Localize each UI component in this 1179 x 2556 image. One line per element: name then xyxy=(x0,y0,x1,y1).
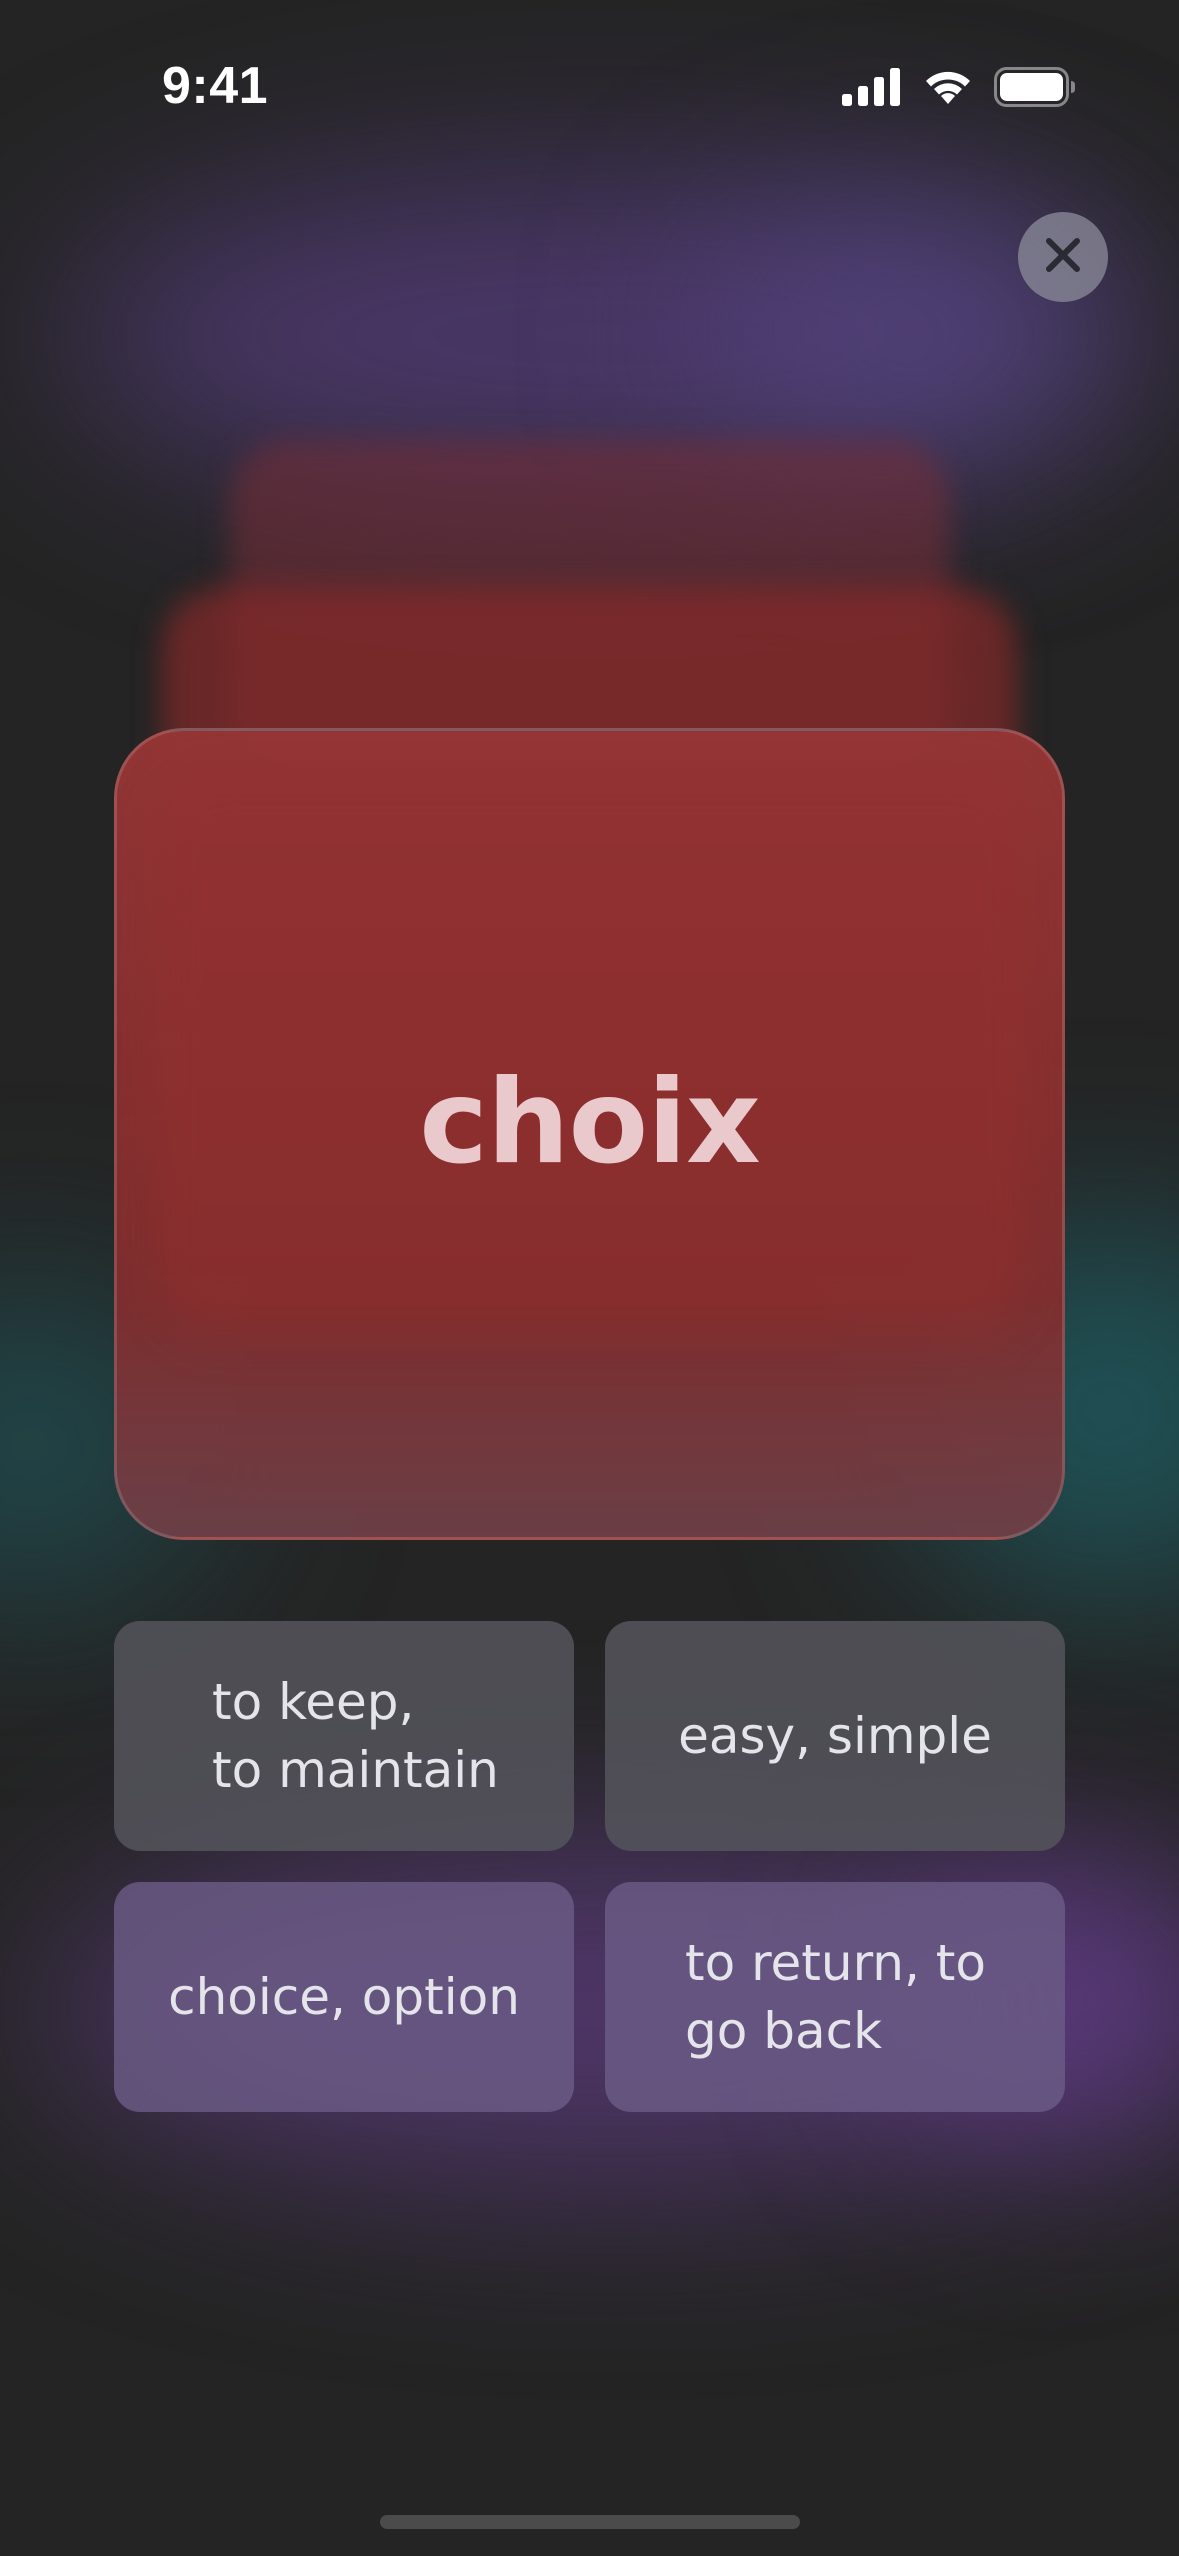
wifi-icon xyxy=(922,68,974,106)
battery-icon xyxy=(994,67,1076,107)
answer-option-2[interactable]: easy, simple xyxy=(605,1621,1065,1851)
answer-option-label: choice, option xyxy=(168,1968,520,2026)
close-button[interactable] xyxy=(1018,212,1108,302)
status-icons xyxy=(842,64,1076,110)
answer-option-label: to keep, to maintain xyxy=(212,1673,499,1799)
flashcard-quiz-screen: 9:41 choix to keep, to maintain easy, si… xyxy=(0,0,1179,2556)
cellular-signal-icon xyxy=(842,68,902,106)
close-icon xyxy=(1043,235,1083,279)
answer-option-3[interactable]: choice, option xyxy=(114,1882,574,2112)
flashcard[interactable]: choix xyxy=(114,728,1065,1540)
flashcard-word: choix xyxy=(419,1054,761,1190)
status-time: 9:41 xyxy=(162,57,269,115)
status-bar: 9:41 xyxy=(0,0,1179,170)
answer-option-label: easy, simple xyxy=(678,1707,992,1765)
answer-option-label: to return, to go back xyxy=(685,1934,986,2060)
answer-option-4[interactable]: to return, to go back xyxy=(605,1882,1065,2112)
home-indicator[interactable] xyxy=(380,2515,800,2529)
answer-option-1[interactable]: to keep, to maintain xyxy=(114,1621,574,1851)
